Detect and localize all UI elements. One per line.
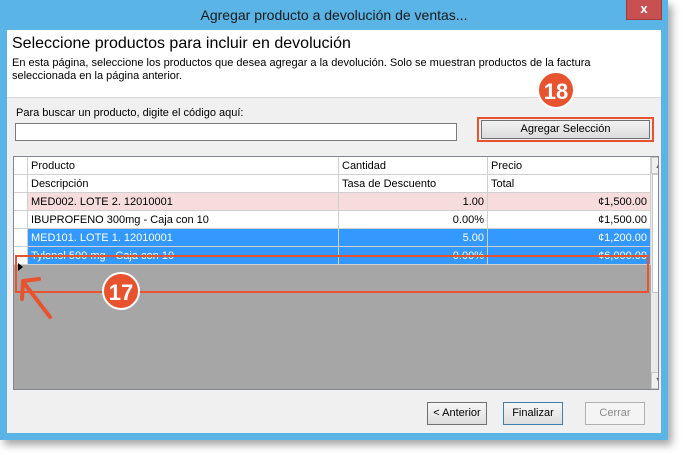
row-header-cell[interactable] <box>14 193 28 211</box>
cell-discount[interactable]: 0.00% <box>339 211 488 229</box>
grid-header-row-1: Producto Cantidad Precio <box>14 157 651 175</box>
row-header-cell <box>14 157 28 175</box>
search-input[interactable] <box>15 123 457 141</box>
cell-product[interactable]: MED101. LOTE 1. 12010001 <box>28 229 339 247</box>
close-button[interactable]: Cerrar <box>585 402 645 425</box>
column-header-tasa-descuento[interactable]: Tasa de Descuento <box>339 175 488 193</box>
column-header-precio[interactable]: Precio <box>488 157 651 175</box>
chevron-down-icon[interactable]: ▼ <box>651 372 658 389</box>
grid-header-row-2: Descripción Tasa de Descuento Total <box>14 175 651 193</box>
column-header-producto[interactable]: Producto <box>28 157 339 175</box>
row-header-cell[interactable] <box>14 211 28 229</box>
add-selection-button[interactable]: Agregar Selección <box>481 120 650 139</box>
chevron-up-icon[interactable]: ▲ <box>651 157 658 174</box>
cell-total[interactable]: ¢6,000.00 <box>488 247 651 265</box>
column-header-total[interactable]: Total <box>488 175 651 193</box>
search-label: Para buscar un producto, digite el códig… <box>16 107 244 119</box>
grid-vertical-scrollbar[interactable]: ▲ ▼ <box>651 157 658 389</box>
column-header-cantidad[interactable]: Cantidad <box>339 157 488 175</box>
cell-product[interactable]: MED002. LOTE 2. 12010001 <box>28 193 339 211</box>
back-button[interactable]: < Anterior <box>427 402 487 425</box>
cell-price[interactable]: ¢1,200.00 <box>488 229 651 247</box>
dialog-window: Agregar producto a devolución de ventas.… <box>0 0 668 440</box>
annotation-badge-17: 17 <box>102 272 140 310</box>
cell-quantity[interactable]: 1.00 <box>339 193 488 211</box>
cell-description[interactable]: IBUPROFENO 300mg - Caja con 10 <box>28 211 339 229</box>
title-bar[interactable]: Agregar producto a devolución de ventas.… <box>0 0 668 30</box>
page-title: Seleccione productos para incluir en dev… <box>12 35 351 52</box>
cell-total[interactable]: ¢1,500.00 <box>488 211 651 229</box>
table-row[interactable]: MED002. LOTE 2. 12010001 1.00 ¢1,500.00 <box>14 193 651 211</box>
close-window-button[interactable]: x <box>626 0 662 20</box>
finish-button[interactable]: Finalizar <box>503 402 563 425</box>
products-grid[interactable]: Producto Cantidad Precio Descripción Tas… <box>13 156 659 390</box>
cell-price[interactable]: ¢1,500.00 <box>488 193 651 211</box>
cell-discount[interactable]: 0.00% <box>339 247 488 265</box>
table-row[interactable]: IBUPROFENO 300mg - Caja con 10 0.00% ¢1,… <box>14 211 651 229</box>
column-header-descripcion[interactable]: Descripción <box>28 175 339 193</box>
annotation-arrow-icon <box>20 277 52 319</box>
annotation-badge-18: 18 <box>537 71 575 109</box>
table-row-selected[interactable]: Tylenol 500 mg - Caja con 10 0.00% ¢6,00… <box>14 247 651 265</box>
row-header-cell[interactable] <box>14 229 28 247</box>
cell-description[interactable]: Tylenol 500 mg - Caja con 10 <box>28 247 339 265</box>
cell-quantity[interactable]: 5.00 <box>339 229 488 247</box>
row-header-cell <box>14 175 28 193</box>
scrollbar-thumb[interactable] <box>652 174 658 293</box>
table-row-selected[interactable]: MED101. LOTE 1. 12010001 5.00 ¢1,200.00 <box>14 229 651 247</box>
window-title: Agregar producto a devolución de ventas.… <box>200 7 468 23</box>
